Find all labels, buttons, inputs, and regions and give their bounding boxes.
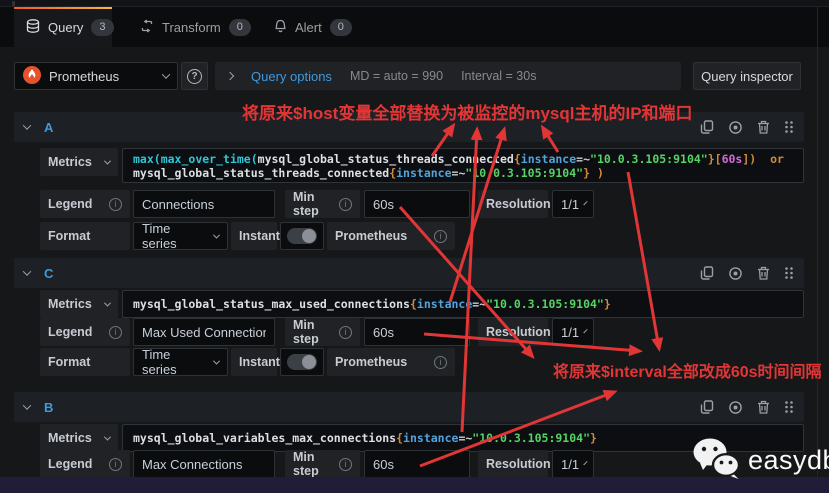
help-circle-icon: ?	[187, 69, 202, 84]
instant-toggle[interactable]	[280, 222, 324, 250]
query-options-link[interactable]: Query options	[251, 69, 332, 84]
drag-query-icon[interactable]	[784, 120, 794, 134]
datasource-name: Prometheus	[49, 69, 119, 84]
min-step-input[interactable]	[364, 450, 470, 478]
wechat-icon	[690, 436, 742, 485]
chevron-down-icon	[162, 70, 170, 78]
info-icon: i	[434, 356, 447, 369]
resolution-label: Resolution	[478, 190, 548, 218]
datasource-help-button[interactable]: ?	[181, 62, 208, 90]
query-ref-label: C	[44, 266, 53, 281]
resolution-label: Resolution	[478, 318, 548, 346]
info-icon: i	[339, 198, 352, 211]
tab-transform[interactable]: Transform 0	[128, 7, 263, 47]
collapse-chevron-icon[interactable]	[23, 121, 31, 129]
info-icon: i	[109, 458, 122, 471]
query-header-B[interactable]: B	[14, 392, 804, 422]
duplicate-query-icon[interactable]	[700, 400, 714, 414]
disable-query-icon[interactable]	[728, 266, 743, 281]
chevron-right-icon	[226, 72, 234, 80]
min-step-input[interactable]	[364, 190, 470, 218]
duplicate-query-icon[interactable]	[700, 266, 714, 280]
resolution-select[interactable]: 1/1	[552, 318, 594, 346]
format-select[interactable]: Time series	[133, 222, 228, 250]
database-icon	[26, 19, 40, 36]
legend-label: Legendi	[40, 190, 130, 218]
query-ref-label: A	[44, 120, 53, 135]
resolution-select[interactable]: 1/1	[552, 190, 594, 218]
transform-icon	[140, 19, 154, 36]
info-icon: i	[339, 458, 352, 471]
legend-input[interactable]	[133, 450, 275, 478]
format-label: Format	[40, 222, 130, 250]
datasource-picker[interactable]: Prometheus	[14, 62, 178, 90]
metrics-dropdown[interactable]: Metrics	[40, 424, 118, 452]
right-edge-divider	[817, 7, 818, 477]
query-header-A[interactable]: A	[14, 112, 804, 142]
disable-query-icon[interactable]	[728, 400, 743, 415]
drag-query-icon[interactable]	[784, 266, 794, 280]
bell-icon	[274, 19, 287, 36]
info-icon: i	[339, 326, 352, 339]
resolution-select[interactable]: 1/1	[552, 450, 594, 478]
md-info: MD = auto = 990	[350, 69, 443, 83]
instant-toggle[interactable]	[280, 348, 324, 376]
min-step-input[interactable]	[364, 318, 470, 346]
delete-query-icon[interactable]	[757, 120, 770, 134]
format-label: Format	[40, 348, 130, 376]
query-expression-input[interactable]: mysql_global_status_max_used_connections…	[122, 290, 804, 318]
tab-label: Alert	[295, 20, 322, 35]
query-inspector-button[interactable]: Query inspector	[693, 62, 801, 90]
easydb-watermark: easydb	[690, 436, 829, 485]
alert-count-badge: 0	[330, 19, 352, 36]
duplicate-query-icon[interactable]	[700, 120, 714, 134]
collapse-chevron-icon[interactable]	[23, 267, 31, 275]
engine-label: Prometheusi	[327, 222, 455, 250]
instant-label: Instant	[231, 348, 277, 376]
format-select[interactable]: Time series	[133, 348, 228, 376]
drag-query-icon[interactable]	[784, 400, 794, 414]
disable-query-icon[interactable]	[728, 120, 743, 135]
tab-query[interactable]: Query 3	[14, 7, 112, 47]
delete-query-icon[interactable]	[757, 400, 770, 414]
interval-info: Interval = 30s	[461, 69, 536, 83]
panel-top-strip	[0, 0, 829, 7]
query-header-C[interactable]: C	[14, 258, 804, 288]
query-expression-input[interactable]: max(max_over_time(mysql_global_status_th…	[122, 148, 804, 183]
min-step-label: Min stepi	[285, 318, 360, 346]
query-options-bar[interactable]: Query options MD = auto = 990 Interval =…	[215, 62, 681, 90]
delete-query-icon[interactable]	[757, 266, 770, 280]
min-step-label: Min stepi	[285, 450, 360, 478]
prometheus-flame-icon	[23, 66, 41, 87]
resolution-label: Resolution	[478, 450, 548, 478]
collapse-chevron-icon[interactable]	[23, 401, 31, 409]
min-step-label: Min stepi	[285, 190, 360, 218]
info-icon: i	[109, 326, 122, 339]
metrics-dropdown[interactable]: Metrics	[40, 148, 118, 176]
tab-bar: Query 3 Transform 0 Alert 0	[0, 7, 829, 47]
tab-label: Transform	[162, 20, 221, 35]
tab-label: Query	[48, 20, 83, 35]
legend-label: Legendi	[40, 318, 130, 346]
legend-label: Legendi	[40, 450, 130, 478]
legend-input[interactable]	[133, 318, 275, 346]
metrics-dropdown[interactable]: Metrics	[40, 290, 118, 318]
legend-input[interactable]	[133, 190, 275, 218]
engine-label: Prometheusi	[327, 348, 455, 376]
tab-alert[interactable]: Alert 0	[262, 7, 364, 47]
transform-count-badge: 0	[229, 19, 251, 36]
info-icon: i	[434, 230, 447, 243]
grafana-query-editor: Query 3 Transform 0 Alert 0	[0, 0, 829, 493]
query-ref-label: B	[44, 400, 53, 415]
watermark-text: easydb	[748, 445, 829, 476]
instant-label: Instant	[231, 222, 277, 250]
info-icon: i	[109, 198, 122, 211]
query-count-badge: 3	[91, 19, 113, 36]
